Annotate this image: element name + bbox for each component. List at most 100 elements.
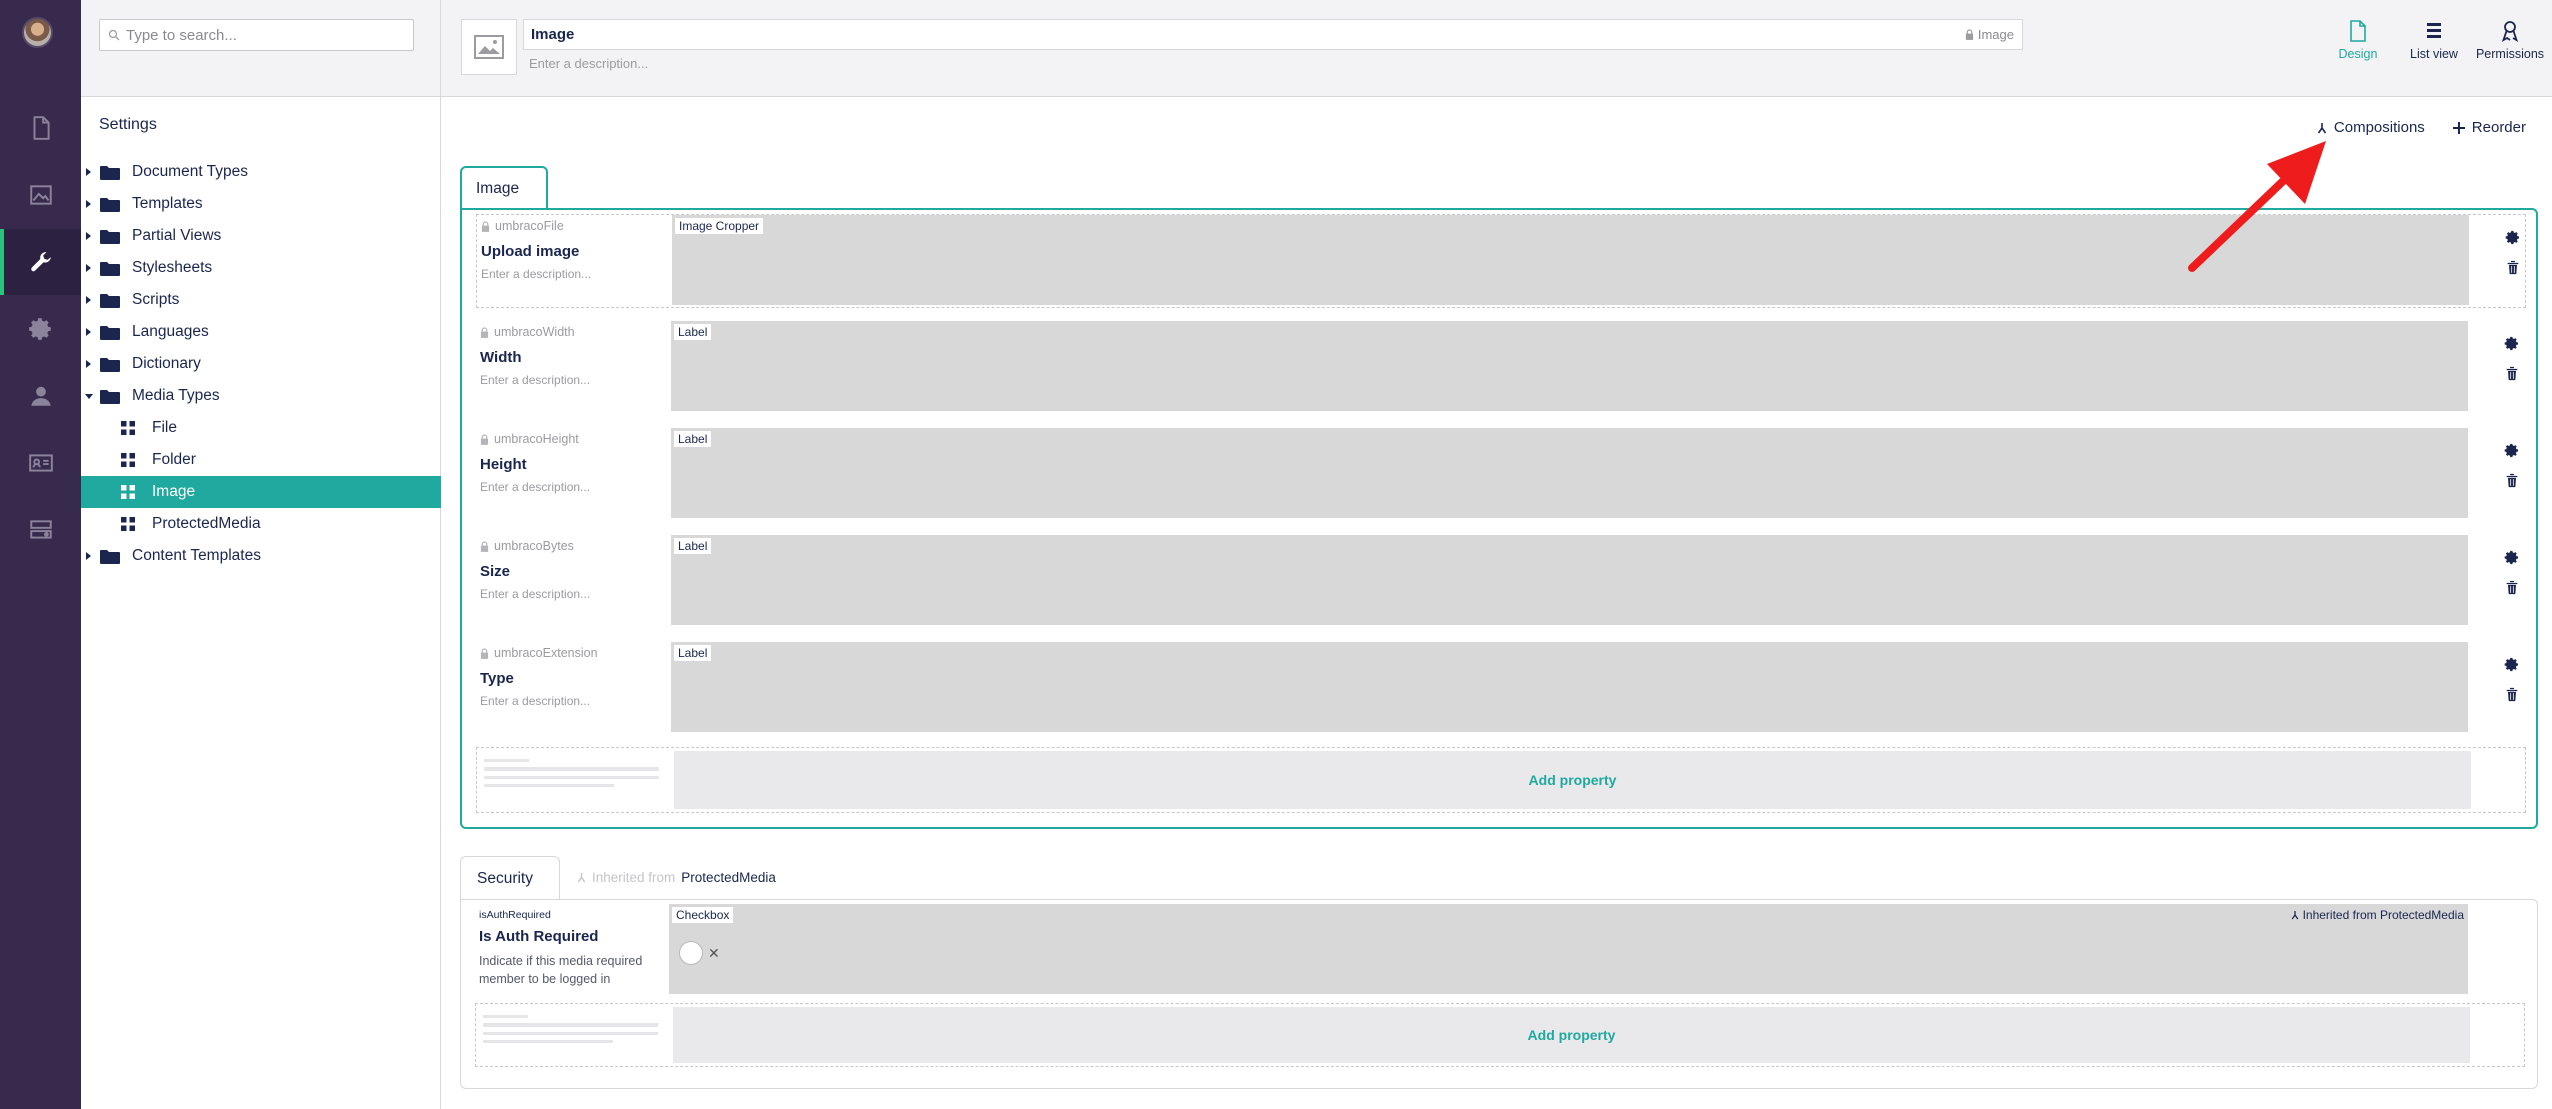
caret-right-icon[interactable] [86, 232, 91, 240]
gear-icon[interactable] [2504, 656, 2520, 673]
property-name[interactable]: Upload image [481, 243, 671, 260]
group-tab-security-label[interactable]: Security [477, 870, 533, 888]
group-tab-image-label[interactable]: Image [476, 180, 519, 198]
property-alias[interactable]: umbracoBytes [480, 537, 670, 555]
ghost-placeholder [483, 1015, 663, 1048]
property-alias[interactable]: umbracoExtension [480, 644, 670, 662]
tree-item[interactable]: Stylesheets [81, 252, 441, 284]
alias-field[interactable]: Image [1965, 27, 2014, 42]
lock-icon[interactable] [480, 647, 489, 659]
property-description[interactable]: Enter a description... [480, 587, 670, 601]
tree-item-label: File [152, 419, 177, 436]
add-property-button[interactable]: Add property [673, 1007, 2470, 1063]
caret-right-icon[interactable] [86, 296, 91, 304]
tree-item[interactable]: Dictionary [81, 348, 441, 380]
property-editor-preview[interactable]: Image Cropper [672, 215, 2469, 305]
inherited-source[interactable]: ProtectedMedia [681, 870, 776, 885]
caret-down-icon[interactable] [85, 393, 93, 399]
property-editor-preview[interactable]: Label [671, 428, 2468, 518]
media-type-icon-picker[interactable] [461, 19, 517, 75]
group-tab-security[interactable]: Security [460, 856, 560, 900]
trash-icon[interactable] [2504, 579, 2520, 596]
tree-item[interactable]: Folder [81, 444, 441, 476]
users-icon[interactable] [0, 363, 81, 429]
property-name[interactable]: Type [480, 670, 670, 687]
app-design[interactable]: Design [2324, 20, 2392, 61]
packages-gear-icon[interactable] [0, 296, 81, 362]
property-alias[interactable]: umbracoHeight [480, 430, 670, 448]
caret-right-icon[interactable] [86, 552, 91, 560]
lock-icon[interactable] [481, 220, 490, 232]
lock-icon[interactable] [1965, 29, 1974, 40]
user-avatar[interactable] [22, 17, 53, 48]
tree-item[interactable]: Document Types [81, 156, 441, 188]
property-name[interactable]: Size [480, 563, 670, 580]
media-icon[interactable] [0, 162, 81, 228]
property-alias-text: umbracoBytes [494, 539, 574, 553]
name-field[interactable]: Image Image [523, 19, 2023, 50]
property-name[interactable]: Height [480, 456, 670, 473]
gear-icon[interactable] [2504, 549, 2520, 566]
property-meta: umbracoFile Upload image Enter a descripti… [481, 217, 671, 281]
trash-icon[interactable] [2505, 259, 2521, 276]
caret-right-icon[interactable] [86, 360, 91, 368]
property-row: umbracoExtension Type Enter a description.… [476, 642, 2526, 736]
caret-right-icon[interactable] [86, 264, 91, 272]
gear-icon[interactable] [2504, 335, 2520, 352]
grid-icon [121, 453, 135, 467]
property-description[interactable]: Enter a description... [481, 267, 671, 281]
folder-icon [100, 389, 120, 404]
property-editor-preview[interactable]: Label [671, 535, 2468, 625]
tree-item[interactable]: Partial Views [81, 220, 441, 252]
reorder-button[interactable]: Reorder [2452, 119, 2526, 136]
group-tab-image[interactable]: Image [460, 166, 548, 210]
lock-icon[interactable] [480, 433, 489, 445]
caret-right-icon[interactable] [86, 200, 91, 208]
tree-item[interactable]: Scripts [81, 284, 441, 316]
image-icon [474, 35, 504, 59]
lock-icon[interactable] [480, 540, 489, 552]
property-description[interactable]: Enter a description... [480, 480, 670, 494]
lock-icon[interactable] [480, 326, 489, 338]
gear-icon[interactable] [2505, 229, 2521, 246]
tree-item[interactable]: ProtectedMedia [81, 508, 441, 540]
settings-wrench-icon[interactable] [0, 229, 81, 295]
tree-item[interactable]: Content Templates [81, 540, 441, 572]
tree-item[interactable]: File [81, 412, 441, 444]
members-icon[interactable] [0, 430, 81, 496]
reorder-label: Reorder [2471, 119, 2526, 136]
name-value[interactable]: Image [531, 26, 574, 43]
folder-icon [100, 197, 120, 212]
property-editor-preview[interactable]: Label [671, 321, 2468, 411]
property-description[interactable]: Enter a description... [480, 373, 670, 387]
property-name: Is Auth Required [479, 928, 599, 945]
property-name[interactable]: Width [480, 349, 670, 366]
property-editor-preview[interactable]: Label [671, 642, 2468, 732]
description-field[interactable]: Enter a description... [529, 56, 648, 71]
app-list-view[interactable]: List view [2400, 20, 2468, 61]
property-tools [2504, 656, 2520, 703]
forms-icon[interactable] [0, 497, 81, 563]
add-property-row: Add property [476, 747, 2526, 813]
property-description[interactable]: Enter a description... [480, 694, 670, 708]
caret-right-icon[interactable] [86, 328, 91, 336]
caret-right-icon[interactable] [86, 168, 91, 176]
tree-item[interactable]: Languages [81, 316, 441, 348]
trash-icon[interactable] [2504, 365, 2520, 382]
add-property-row: Add property [475, 1003, 2525, 1067]
compositions-button[interactable]: Compositions [2317, 119, 2425, 136]
property-alias[interactable]: umbracoFile [481, 217, 671, 235]
add-property-button[interactable]: Add property [674, 751, 2471, 809]
tree-item[interactable]: Media Types [81, 380, 441, 412]
gear-icon[interactable] [2504, 442, 2520, 459]
tree-item[interactable]: Image [81, 476, 441, 508]
tree-item[interactable]: Templates [81, 188, 441, 220]
tree-search-box[interactable] [99, 19, 414, 51]
property-alias[interactable]: umbracoWidth [480, 323, 670, 341]
search-input[interactable] [126, 26, 396, 44]
trash-icon[interactable] [2504, 686, 2520, 703]
trash-icon[interactable] [2504, 472, 2520, 489]
tree-item-label: Content Templates [132, 547, 261, 564]
app-permissions[interactable]: Permissions [2476, 20, 2544, 61]
content-icon[interactable] [0, 95, 81, 161]
